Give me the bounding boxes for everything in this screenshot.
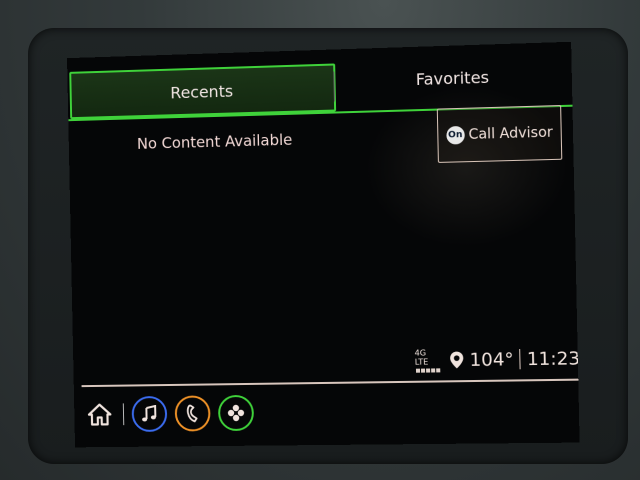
call-advisor-button[interactable]: On Call Advisor bbox=[436, 104, 563, 163]
infotainment-screen: Recents Favorites No Content Available O… bbox=[67, 41, 580, 448]
tab-favorites-label: Favorites bbox=[415, 67, 490, 89]
network-status: 4G LTE bbox=[415, 348, 441, 373]
dock-divider-line bbox=[81, 378, 579, 388]
home-icon bbox=[87, 403, 113, 427]
bottom-dock bbox=[84, 389, 255, 439]
apps-button[interactable] bbox=[217, 394, 255, 432]
tab-recents-label: Recents bbox=[170, 81, 234, 102]
music-note-icon bbox=[142, 405, 158, 423]
dock-separator bbox=[122, 403, 125, 426]
dashboard-bezel: Recents Favorites No Content Available O… bbox=[0, 0, 640, 480]
status-bar: 4G LTE 104° 11:23 bbox=[414, 341, 580, 378]
onstar-icon: On bbox=[445, 125, 465, 145]
call-advisor-label: Call Advisor bbox=[468, 124, 553, 143]
location-pin-icon bbox=[450, 351, 464, 369]
home-button[interactable] bbox=[84, 399, 116, 431]
outside-temperature: 104° bbox=[469, 348, 514, 371]
status-separator bbox=[519, 349, 521, 370]
network-type: 4G LTE bbox=[414, 348, 429, 367]
tab-recents[interactable]: Recents bbox=[69, 63, 337, 120]
signal-strength-icon bbox=[415, 368, 440, 373]
apps-plus-icon bbox=[227, 404, 245, 422]
phone-button[interactable] bbox=[174, 395, 211, 432]
tab-favorites[interactable]: Favorites bbox=[335, 52, 571, 104]
empty-state-message: No Content Available bbox=[136, 130, 293, 153]
audio-button[interactable] bbox=[131, 395, 168, 432]
clock: 11:23 bbox=[526, 347, 580, 370]
phone-icon bbox=[185, 404, 201, 422]
